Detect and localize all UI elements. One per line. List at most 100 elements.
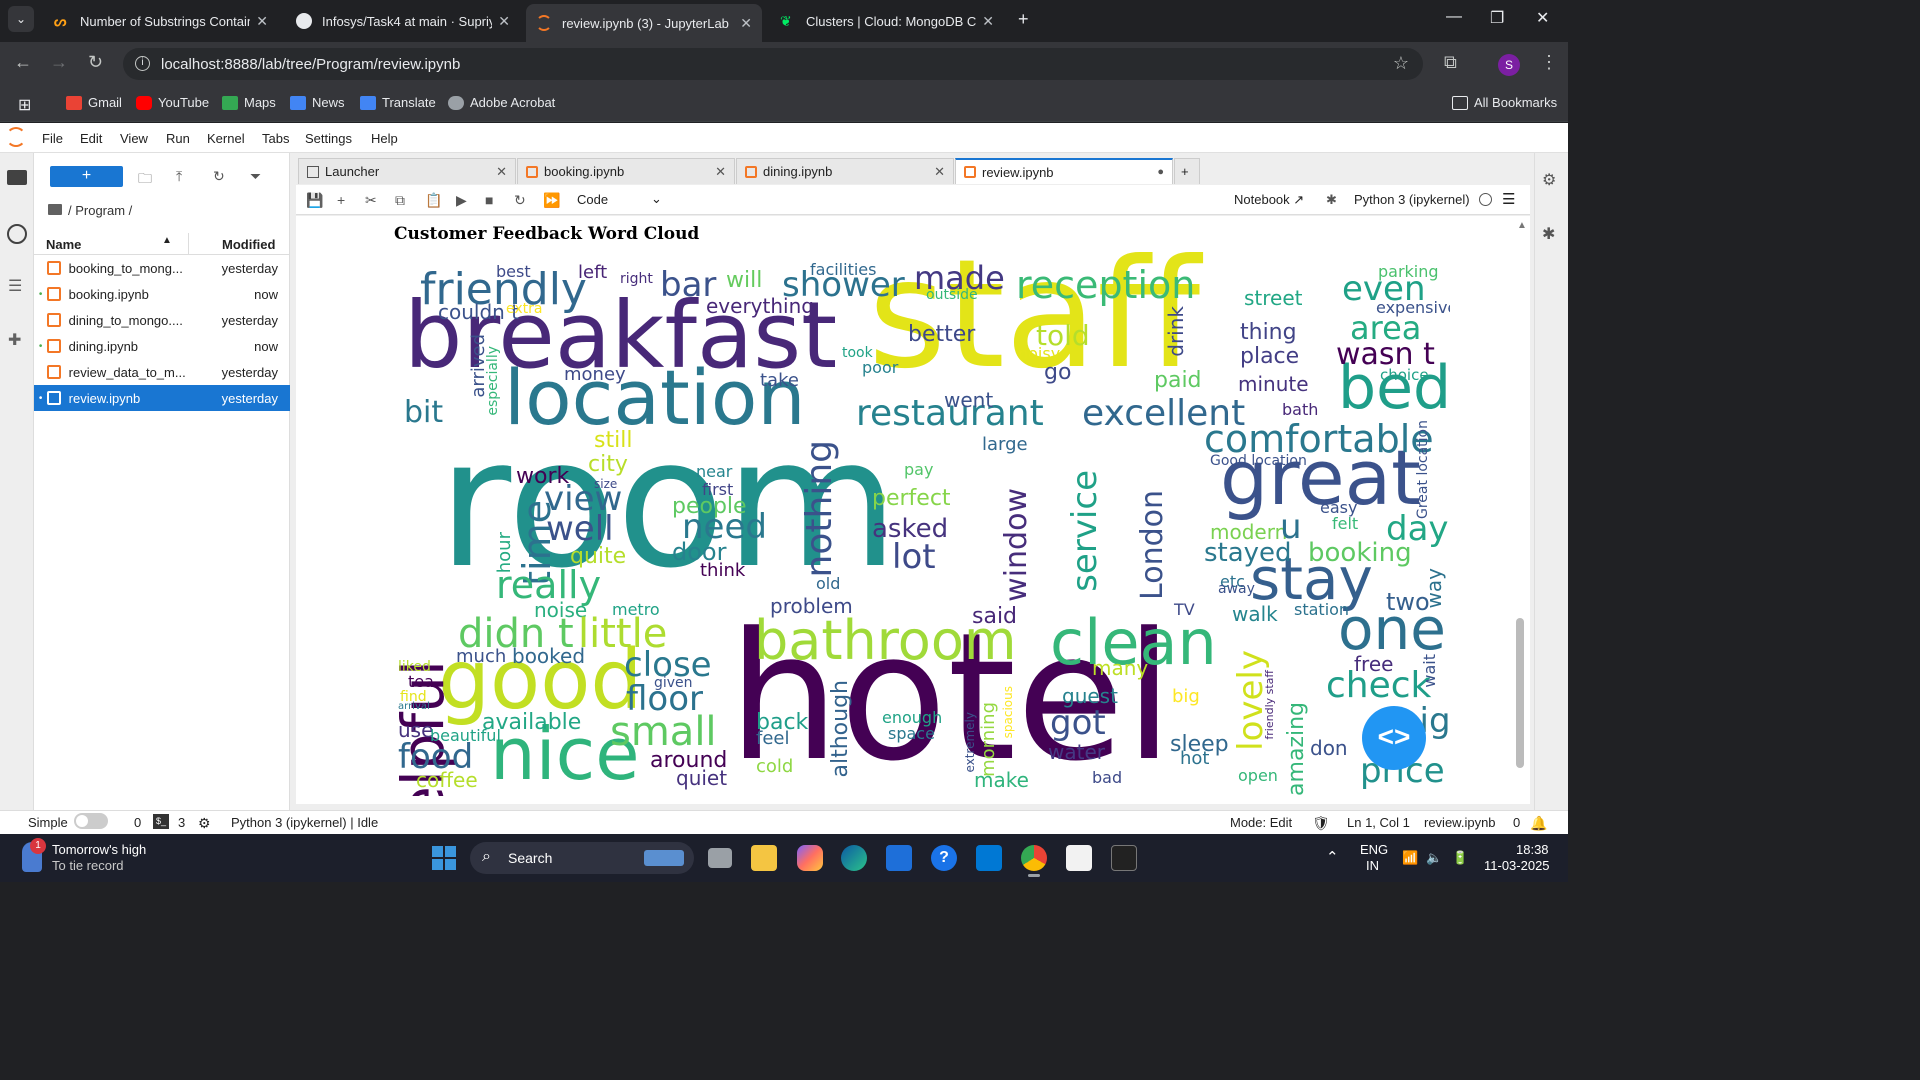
bookmark-translate[interactable]: Translate bbox=[360, 95, 436, 110]
windows-start-icon[interactable] bbox=[432, 846, 456, 870]
notebook-open-button[interactable]: Notebook ↗ bbox=[1234, 192, 1304, 208]
bookmark-maps[interactable]: Maps bbox=[222, 95, 276, 110]
copilot-icon[interactable] bbox=[797, 845, 823, 871]
restart-icon[interactable]: ↻ bbox=[514, 192, 526, 209]
region-indicator[interactable]: IN bbox=[1366, 858, 1379, 873]
bookmark-youtube[interactable]: YouTube bbox=[136, 95, 209, 110]
minimize-button[interactable]: — bbox=[1446, 8, 1462, 26]
new-tab-button[interactable]: + bbox=[1174, 158, 1200, 184]
upload-icon[interactable]: ⤒ bbox=[176, 168, 182, 185]
close-icon[interactable]: ✕ bbox=[498, 13, 510, 30]
chrome-icon[interactable] bbox=[1021, 845, 1047, 871]
run-icon[interactable]: ▶ bbox=[456, 192, 467, 209]
toc-icon[interactable]: ☰ bbox=[8, 276, 26, 295]
menu-settings[interactable]: Settings bbox=[305, 131, 352, 146]
file-row[interactable]: • dining.ipynb now bbox=[34, 333, 290, 359]
url-text[interactable]: localhost:8888/lab/tree/Program/review.i… bbox=[161, 56, 460, 73]
folder-icon[interactable] bbox=[7, 170, 27, 185]
close-icon[interactable]: ✕ bbox=[934, 164, 945, 180]
restore-button[interactable]: ❐ bbox=[1490, 8, 1504, 28]
outlook-icon[interactable] bbox=[976, 845, 1002, 871]
cut-icon[interactable]: ✂ bbox=[365, 192, 377, 209]
file-row[interactable]: dining_to_mongo.... yesterday bbox=[34, 307, 290, 333]
volume-icon[interactable]: 🔈 bbox=[1426, 850, 1442, 866]
stop-icon[interactable]: ■ bbox=[485, 192, 493, 208]
code-toggle-button[interactable]: <> bbox=[1362, 706, 1426, 770]
store-icon[interactable] bbox=[1066, 845, 1092, 871]
copy-icon[interactable]: ⧉ bbox=[395, 192, 405, 209]
save-icon[interactable]: 💾 bbox=[306, 192, 323, 209]
bookmark-news[interactable]: News bbox=[290, 95, 345, 110]
file-row[interactable]: • review.ipynb yesterday bbox=[34, 385, 290, 411]
close-icon[interactable]: ✕ bbox=[715, 164, 726, 180]
menu-icon[interactable]: ☰ bbox=[1502, 190, 1515, 208]
back-icon[interactable]: ← bbox=[14, 52, 32, 73]
close-icon[interactable]: ✕ bbox=[256, 13, 268, 30]
debugger-icon[interactable]: ✱ bbox=[1326, 192, 1337, 208]
reload-icon[interactable]: ↻ bbox=[88, 52, 103, 73]
profile-avatar[interactable]: S bbox=[1498, 54, 1520, 76]
file-row[interactable]: booking_to_mong... yesterday bbox=[34, 255, 290, 281]
weather-title[interactable]: Tomorrow's high bbox=[52, 842, 146, 857]
notification-count[interactable]: 0 bbox=[1513, 815, 1520, 830]
bookmark-acrobat[interactable]: Adobe Acrobat bbox=[448, 95, 555, 110]
bookmark-gmail[interactable]: Gmail bbox=[66, 95, 122, 110]
cursor-position[interactable]: Ln 1, Col 1 bbox=[1347, 815, 1410, 830]
site-info-icon[interactable]: i bbox=[135, 56, 150, 71]
chevron-up-icon[interactable]: ⌃ bbox=[1326, 848, 1339, 866]
menu-file[interactable]: File bbox=[42, 131, 63, 146]
new-launcher-button[interactable]: + bbox=[50, 166, 123, 187]
browser-tab-3[interactable]: ❦ Clusters | Cloud: MongoDB Clo ✕ bbox=[770, 6, 1004, 36]
debugger-icon[interactable]: ✱ bbox=[1542, 224, 1555, 244]
menu-edit[interactable]: Edit bbox=[80, 131, 102, 146]
close-icon[interactable]: ✕ bbox=[740, 15, 752, 32]
browser-tab-2[interactable]: review.ipynb (3) - JupyterLab ✕ bbox=[526, 4, 762, 42]
forward-icon[interactable]: → bbox=[50, 52, 68, 73]
menu-tabs[interactable]: Tabs bbox=[262, 131, 289, 146]
clock-time[interactable]: 18:38 bbox=[1516, 842, 1549, 857]
taskbar-search[interactable]: ⌕ Search bbox=[470, 842, 694, 874]
cell-type-select[interactable]: Code ⌄ bbox=[577, 191, 662, 207]
menu-kernel[interactable]: Kernel bbox=[207, 131, 245, 146]
extension-icon[interactable]: ✚ bbox=[8, 330, 26, 349]
shield-icon[interactable]: 🛡 bbox=[1312, 815, 1330, 832]
kernel-name[interactable]: Python 3 (ipykernel) bbox=[1354, 192, 1470, 207]
kernel-status[interactable]: Python 3 (ipykernel) | Idle bbox=[231, 815, 378, 830]
run-all-icon[interactable]: ⏩ bbox=[543, 192, 560, 209]
menu-view[interactable]: View bbox=[120, 131, 148, 146]
help-icon[interactable]: ? bbox=[931, 845, 957, 871]
scrollbar[interactable]: ▲ bbox=[1516, 220, 1527, 800]
running-icon[interactable] bbox=[7, 224, 27, 244]
filter-icon[interactable]: ⏷ bbox=[250, 168, 261, 185]
weather-subtitle[interactable]: To tie record bbox=[52, 858, 124, 873]
wifi-icon[interactable]: 📶 bbox=[1402, 850, 1418, 866]
url-bar[interactable]: i localhost:8888/lab/tree/Program/review… bbox=[123, 48, 1423, 80]
file-row[interactable]: • booking.ipynb now bbox=[34, 281, 290, 307]
clock-date[interactable]: 11-03-2025 bbox=[1484, 858, 1550, 873]
modified-column-header[interactable]: Modified bbox=[222, 237, 275, 252]
tab-booking[interactable]: booking.ipynb ✕ bbox=[517, 158, 735, 184]
edge-icon[interactable] bbox=[841, 845, 867, 871]
new-tab-button[interactable]: + bbox=[1018, 9, 1029, 30]
close-icon[interactable]: ✕ bbox=[496, 164, 507, 180]
myhp-icon[interactable] bbox=[886, 845, 912, 871]
browser-tab-1[interactable]: Infosys/Task4 at main · SupriyaG ✕ bbox=[286, 6, 520, 36]
menu-kebab-icon[interactable]: ⋮ bbox=[1540, 52, 1558, 73]
bell-icon[interactable]: 🔔 bbox=[1530, 815, 1547, 832]
close-window-button[interactable]: ✕ bbox=[1536, 8, 1549, 28]
name-column-header[interactable]: Name bbox=[46, 237, 81, 252]
new-folder-icon[interactable]: 🗀 bbox=[138, 168, 152, 192]
menu-help[interactable]: Help bbox=[371, 131, 398, 146]
kernels-count[interactable]: 3 bbox=[178, 815, 185, 830]
unsaved-dot-icon[interactable]: ● bbox=[1157, 166, 1164, 178]
breadcrumb[interactable]: / Program / bbox=[48, 203, 132, 218]
apps-grid-icon[interactable]: ⊞ bbox=[18, 95, 31, 115]
task-view-icon[interactable] bbox=[708, 848, 732, 868]
tab-launcher[interactable]: Launcher ✕ bbox=[298, 158, 516, 184]
simple-mode-toggle[interactable] bbox=[74, 813, 108, 829]
refresh-icon[interactable]: ↻ bbox=[213, 168, 225, 185]
insert-cell-icon[interactable]: + bbox=[337, 192, 345, 208]
extensions-icon[interactable]: ⧉ bbox=[1444, 52, 1457, 73]
file-explorer-icon[interactable] bbox=[751, 845, 777, 871]
terminals-count[interactable]: 0 bbox=[134, 815, 141, 830]
